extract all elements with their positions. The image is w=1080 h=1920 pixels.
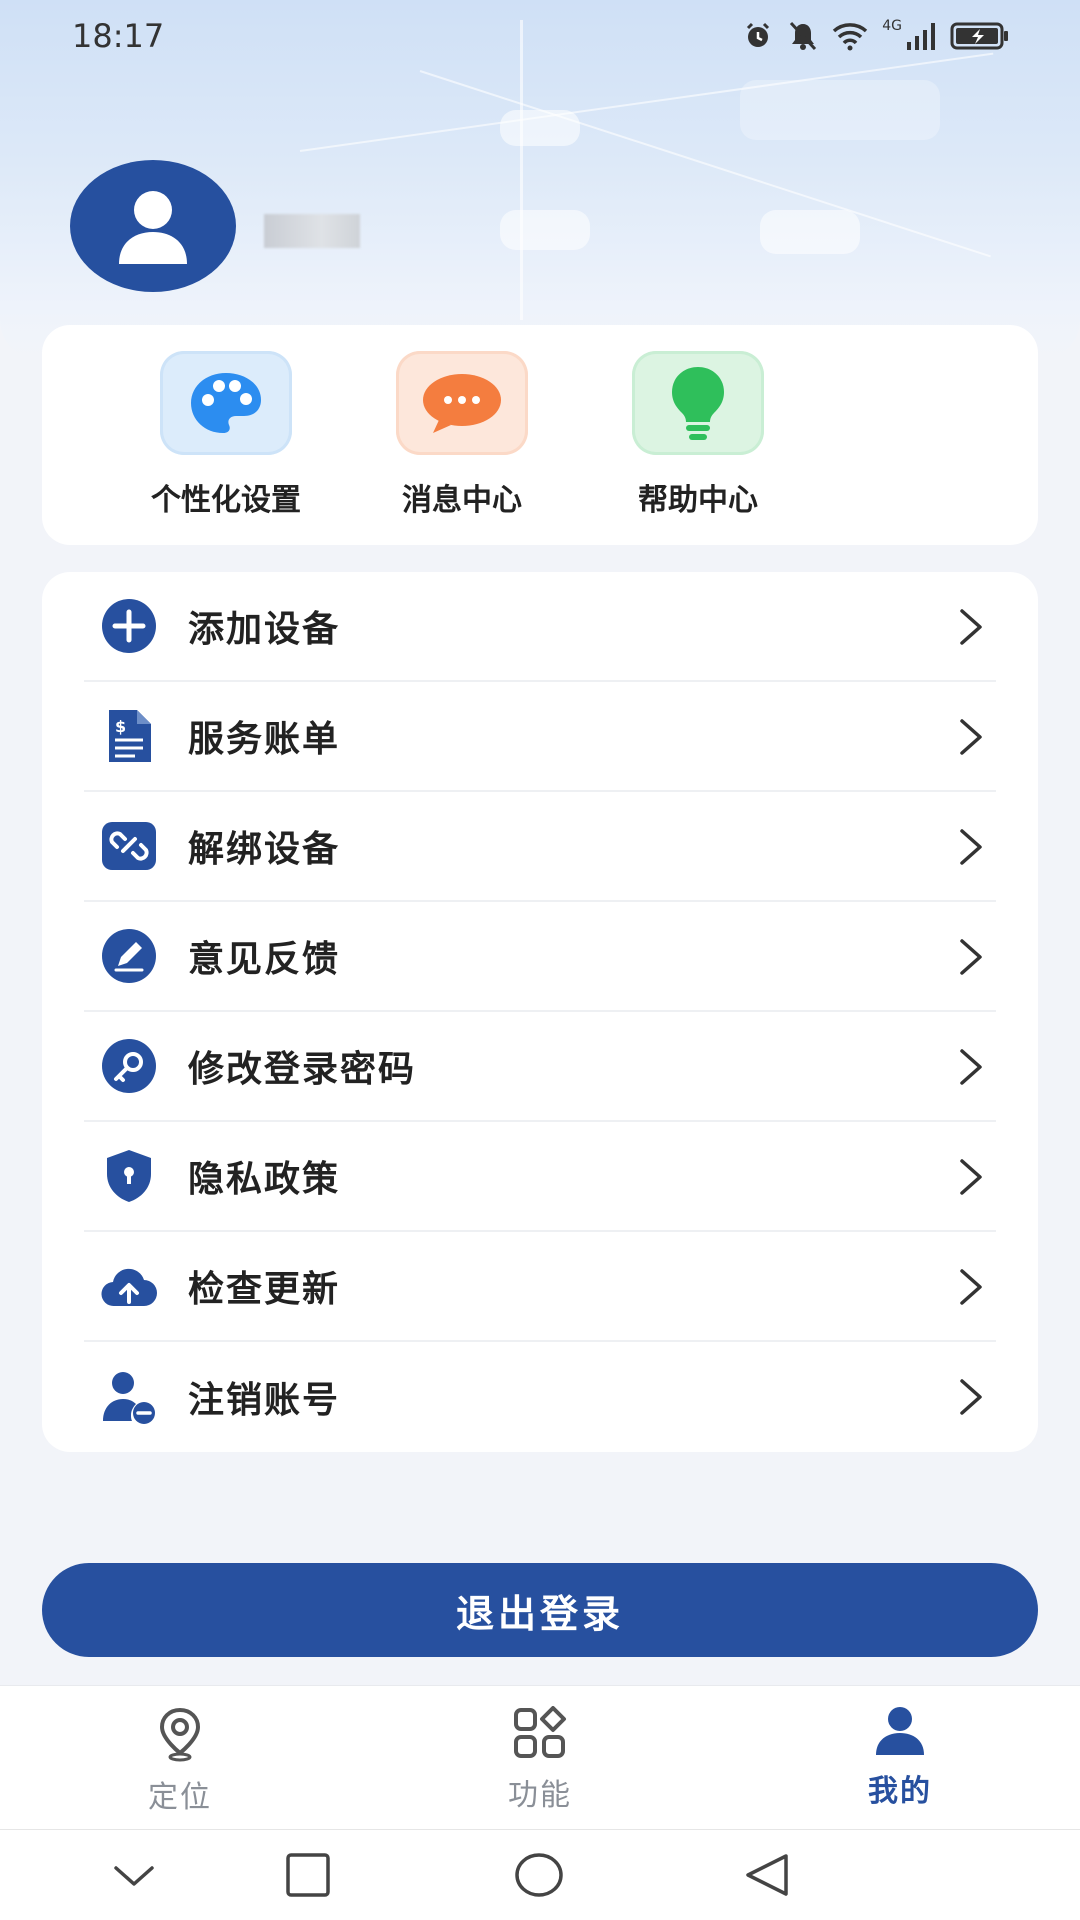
decor-shape	[500, 210, 590, 250]
alarm-icon	[747, 22, 770, 47]
tab-label: 功能	[508, 1778, 572, 1813]
menu-item-privacy-policy[interactable]: 隐私政策	[84, 1122, 996, 1232]
recent-apps-icon[interactable]	[285, 1852, 331, 1898]
menu-item-add-device[interactable]: 添加设备	[84, 572, 996, 682]
edit-feedback-icon	[100, 927, 158, 985]
menu-label: 注销账号	[188, 1380, 341, 1421]
avatar[interactable]	[70, 160, 236, 292]
user-icon	[119, 191, 187, 264]
tab-label: 我的	[868, 1774, 932, 1809]
home-circle-icon[interactable]	[514, 1852, 564, 1898]
cloud-upload-icon	[100, 1257, 158, 1315]
username	[264, 214, 360, 248]
menu-label: 隐私政策	[188, 1159, 341, 1200]
chevron-right-icon	[960, 719, 982, 755]
quick-action-personalization[interactable]: 个性化设置	[126, 351, 326, 519]
battery-icon	[950, 22, 1008, 50]
menu-item-delete-account[interactable]: 注销账号	[84, 1342, 996, 1452]
decor-shape	[760, 210, 860, 254]
unlink-icon	[100, 817, 158, 875]
signal-icon	[907, 23, 935, 50]
chevron-right-icon	[960, 1049, 982, 1085]
menu-label: 添加设备	[188, 609, 341, 650]
quick-action-label: 消息中心	[402, 483, 522, 518]
quick-action-help[interactable]: 帮助中心	[598, 351, 798, 519]
palette-icon	[160, 351, 292, 455]
menu-label: 检查更新	[188, 1269, 341, 1310]
quick-action-label: 帮助中心	[638, 483, 758, 518]
quick-action-label: 个性化设置	[151, 483, 301, 518]
location-pin-icon	[159, 1707, 201, 1762]
tab-functions[interactable]: 功能	[360, 1686, 720, 1829]
menu-item-unbind-device[interactable]: 解绑设备	[84, 792, 996, 902]
lightbulb-icon	[632, 351, 764, 455]
quick-actions-card: 个性化设置 消息中心 帮助中心	[42, 325, 1038, 545]
key-icon	[100, 1037, 158, 1095]
chevron-right-icon	[960, 1269, 982, 1305]
user-remove-icon	[100, 1368, 158, 1426]
menu-item-feedback[interactable]: 意见反馈	[84, 902, 996, 1012]
bill-icon: $	[100, 707, 158, 765]
chevron-right-icon	[960, 1159, 982, 1195]
decor-shape	[740, 80, 940, 140]
logout-button[interactable]: 退出登录	[42, 1563, 1038, 1657]
status-icons: 4G	[742, 18, 1010, 52]
menu-label: 意见反馈	[188, 939, 341, 980]
svg-text:$: $	[115, 717, 126, 736]
wifi-icon	[833, 23, 868, 51]
tab-mine[interactable]: 我的	[720, 1686, 1080, 1829]
settings-menu: 添加设备 $ 服务账单 解绑设备 意见反馈 修改登录密码 隐私政策 检查更新 注…	[42, 572, 1038, 1452]
chevron-right-icon	[960, 609, 982, 645]
menu-item-change-password[interactable]: 修改登录密码	[84, 1012, 996, 1122]
menu-item-service-bill[interactable]: $ 服务账单	[84, 682, 996, 792]
chevron-right-icon	[960, 829, 982, 865]
tab-label: 定位	[148, 1780, 212, 1815]
quick-action-messages[interactable]: 消息中心	[362, 351, 562, 519]
chevron-right-icon	[960, 939, 982, 975]
menu-label: 修改登录密码	[188, 1049, 417, 1090]
menu-label: 服务账单	[188, 719, 341, 760]
status-bar: 18:17 4G	[0, 0, 1080, 72]
menu-label: 解绑设备	[188, 829, 341, 870]
profile-screen: 18:17 4G 个性化设置 消息中心 帮助中心 添加设备 $ 服务账单 解绑设…	[0, 0, 1080, 1920]
grid-apps-icon	[514, 1706, 566, 1758]
chevron-down-icon[interactable]	[112, 1864, 156, 1890]
network-label: 4G	[882, 18, 902, 34]
chevron-right-icon	[960, 1379, 982, 1415]
add-circle-icon	[100, 597, 158, 655]
system-navigation-bar	[0, 1829, 1080, 1920]
bottom-tab-bar: 定位 功能 我的	[0, 1685, 1080, 1829]
status-time: 18:17	[72, 17, 165, 55]
mute-bell-icon	[790, 21, 817, 51]
menu-item-check-update[interactable]: 检查更新	[84, 1232, 996, 1342]
tab-location[interactable]: 定位	[0, 1686, 360, 1829]
shield-icon	[100, 1147, 158, 1205]
chat-bubble-icon	[396, 351, 528, 455]
back-triangle-icon[interactable]	[744, 1852, 790, 1898]
person-icon	[876, 1707, 924, 1755]
